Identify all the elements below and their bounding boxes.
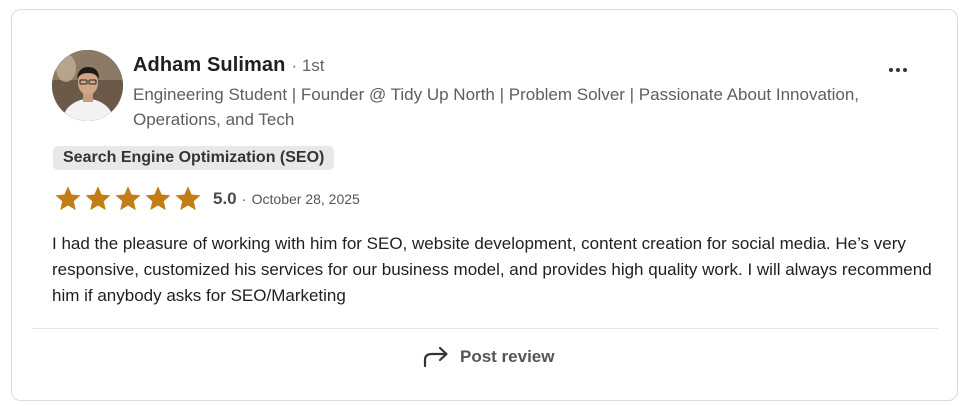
avatar[interactable] bbox=[52, 50, 123, 121]
post-review-button[interactable]: Post review bbox=[422, 342, 555, 372]
more-horizontal-icon bbox=[889, 68, 893, 72]
review-date: October 28, 2025 bbox=[251, 191, 360, 207]
more-options-button[interactable] bbox=[884, 60, 912, 80]
star-rating bbox=[53, 184, 203, 214]
star-icon bbox=[145, 186, 171, 211]
review-text: I had the pleasure of working with him f… bbox=[52, 234, 932, 305]
divider bbox=[32, 328, 938, 329]
star-icon bbox=[175, 186, 201, 211]
rating-score: 5.0 bbox=[213, 189, 237, 208]
avatar-photo bbox=[52, 50, 123, 121]
share-arrow-icon bbox=[423, 346, 448, 368]
connection-degree: · 1st bbox=[291, 56, 325, 75]
star-icon bbox=[55, 186, 81, 211]
reviewer-name-row: Adham Suliman · 1st bbox=[133, 54, 325, 77]
star-icon bbox=[115, 186, 141, 211]
rating-separator: · bbox=[241, 190, 247, 208]
reviewer-headline: Engineering Student | Founder @ Tidy Up … bbox=[133, 85, 860, 129]
post-review-label: Post review bbox=[460, 347, 555, 366]
rating-row: 5.0 · October 28, 2025 bbox=[53, 184, 360, 214]
reviewer-name[interactable]: Adham Suliman bbox=[133, 54, 285, 77]
skill-tag: Search Engine Optimization (SEO) bbox=[53, 146, 335, 170]
star-icon bbox=[85, 186, 111, 211]
review-card: Adham Suliman · 1st Engineering Student … bbox=[11, 9, 958, 401]
